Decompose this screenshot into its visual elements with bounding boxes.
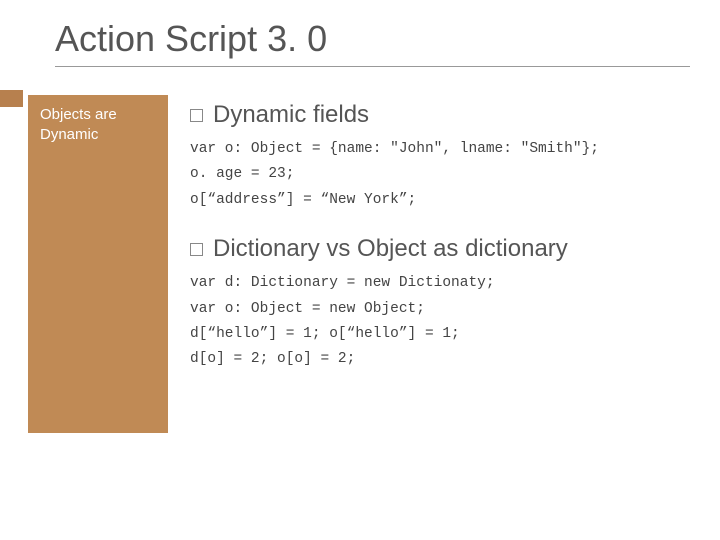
bullet-heading: Dynamic fields (213, 101, 369, 129)
square-bullet-icon (190, 109, 203, 122)
code-block: var d: Dictionary = new Dictionaty; var … (190, 271, 690, 373)
page-title: Action Script 3. 0 (55, 18, 690, 60)
bullet-item: Dictionary vs Object as dictionary (190, 235, 690, 263)
title-underline (55, 66, 690, 67)
content: Dynamic fields var o: Object = {name: "J… (190, 95, 690, 395)
body: Objects are Dynamic Dynamic fields var o… (55, 95, 690, 433)
slide: Action Script 3. 0 Objects are Dynamic D… (0, 0, 720, 540)
square-bullet-icon (190, 243, 203, 256)
bullet-heading: Dictionary vs Object as dictionary (213, 235, 568, 263)
accent-bar (0, 90, 23, 107)
sidebar-line: Dynamic (40, 125, 158, 145)
sidebar: Objects are Dynamic (28, 95, 168, 433)
bullet-item: Dynamic fields (190, 101, 690, 129)
code-block: var o: Object = {name: "John", lname: "S… (190, 137, 690, 213)
sidebar-line: Objects are (40, 105, 158, 125)
